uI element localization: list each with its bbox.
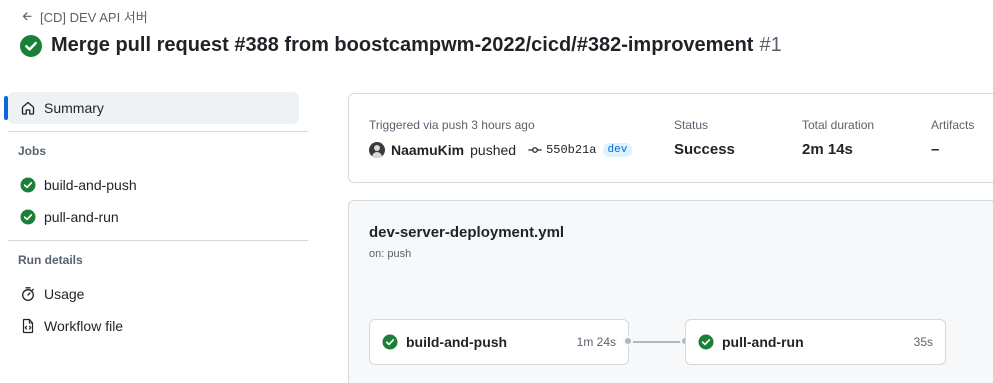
- run-summary-card: Triggered via push 3 hours ago NaamuKim …: [348, 93, 993, 183]
- back-link-label: [CD] DEV API 서버: [40, 10, 148, 25]
- check-circle-icon: [382, 334, 398, 350]
- selected-indicator: [4, 96, 8, 120]
- job-connector: [633, 341, 681, 343]
- page-title-text: Merge pull request #388 from boostcampwm…: [51, 34, 754, 56]
- file-code-icon: [22, 318, 34, 334]
- sidebar-item-label: pull-and-run: [44, 209, 119, 225]
- artifacts-label: Artifacts: [931, 118, 975, 132]
- job-duration: 35s: [913, 335, 933, 349]
- status-value: Success: [674, 141, 735, 158]
- trigger-details: NaamuKim pushed 550b21a dev: [369, 142, 633, 158]
- job-node-build-and-push[interactable]: build-and-push 1m 24s: [369, 319, 629, 365]
- divider: [8, 131, 308, 132]
- duration-label: Total duration: [802, 118, 875, 132]
- check-circle-icon: [20, 34, 42, 57]
- back-link[interactable]: [CD] DEV API 서버: [21, 7, 148, 26]
- git-commit-icon: [528, 147, 542, 153]
- job-duration: 1m 24s: [576, 335, 616, 349]
- home-icon: [21, 101, 35, 115]
- sidebar-item-label: Summary: [44, 100, 104, 116]
- run-title: Merge pull request #388 from boostcampwm…: [20, 34, 782, 57]
- sidebar-item-workflow-file[interactable]: Workflow file: [0, 310, 308, 342]
- sidebar-item-pull-and-run[interactable]: pull-and-run: [0, 201, 308, 233]
- job-node-pull-and-run[interactable]: pull-and-run 35s: [685, 319, 946, 365]
- sidebar-item-build-and-push[interactable]: build-and-push: [0, 169, 308, 201]
- sidebar-item-label: Usage: [44, 286, 85, 302]
- trigger-text: Triggered via push 3 hours ago: [369, 118, 535, 132]
- commit-link[interactable]: 550b21a: [528, 143, 597, 157]
- check-circle-icon: [698, 334, 714, 350]
- workflow-trigger: on: push: [369, 248, 412, 260]
- divider: [8, 240, 308, 241]
- workflow-graph: dev-server-deployment.yml on: push build…: [348, 200, 993, 383]
- sidebar-item-summary[interactable]: Summary: [4, 92, 299, 124]
- workflow-file-name[interactable]: dev-server-deployment.yml: [369, 224, 564, 241]
- jobs-heading: Jobs: [18, 144, 47, 158]
- sidebar-item-usage[interactable]: Usage: [0, 278, 308, 310]
- status-label: Status: [674, 118, 709, 132]
- sidebar: Summary Jobs build-and-push pull-and-run…: [0, 92, 308, 342]
- avatar[interactable]: [369, 142, 385, 158]
- arrow-left-icon: [22, 12, 32, 21]
- duration-value: 2m 14s: [802, 141, 853, 158]
- job-name: build-and-push: [406, 334, 508, 350]
- actor-link[interactable]: NaamuKim: [391, 142, 464, 158]
- trigger-action: pushed: [470, 142, 517, 158]
- run-number: #1: [759, 34, 782, 56]
- stopwatch-icon: [22, 287, 34, 301]
- sidebar-item-label: build-and-push: [44, 177, 137, 193]
- branch-badge[interactable]: dev: [602, 143, 633, 157]
- check-circle-icon: [20, 209, 36, 225]
- check-circle-icon: [20, 177, 36, 193]
- run-details-heading: Run details: [18, 253, 83, 267]
- connector-dot-out: [623, 336, 633, 346]
- job-name: pull-and-run: [722, 334, 804, 350]
- page-title: Merge pull request #388 from boostcampwm…: [51, 34, 782, 57]
- sidebar-item-label: Workflow file: [44, 318, 124, 334]
- artifacts-value: –: [931, 141, 940, 158]
- commit-sha: 550b21a: [546, 143, 597, 157]
